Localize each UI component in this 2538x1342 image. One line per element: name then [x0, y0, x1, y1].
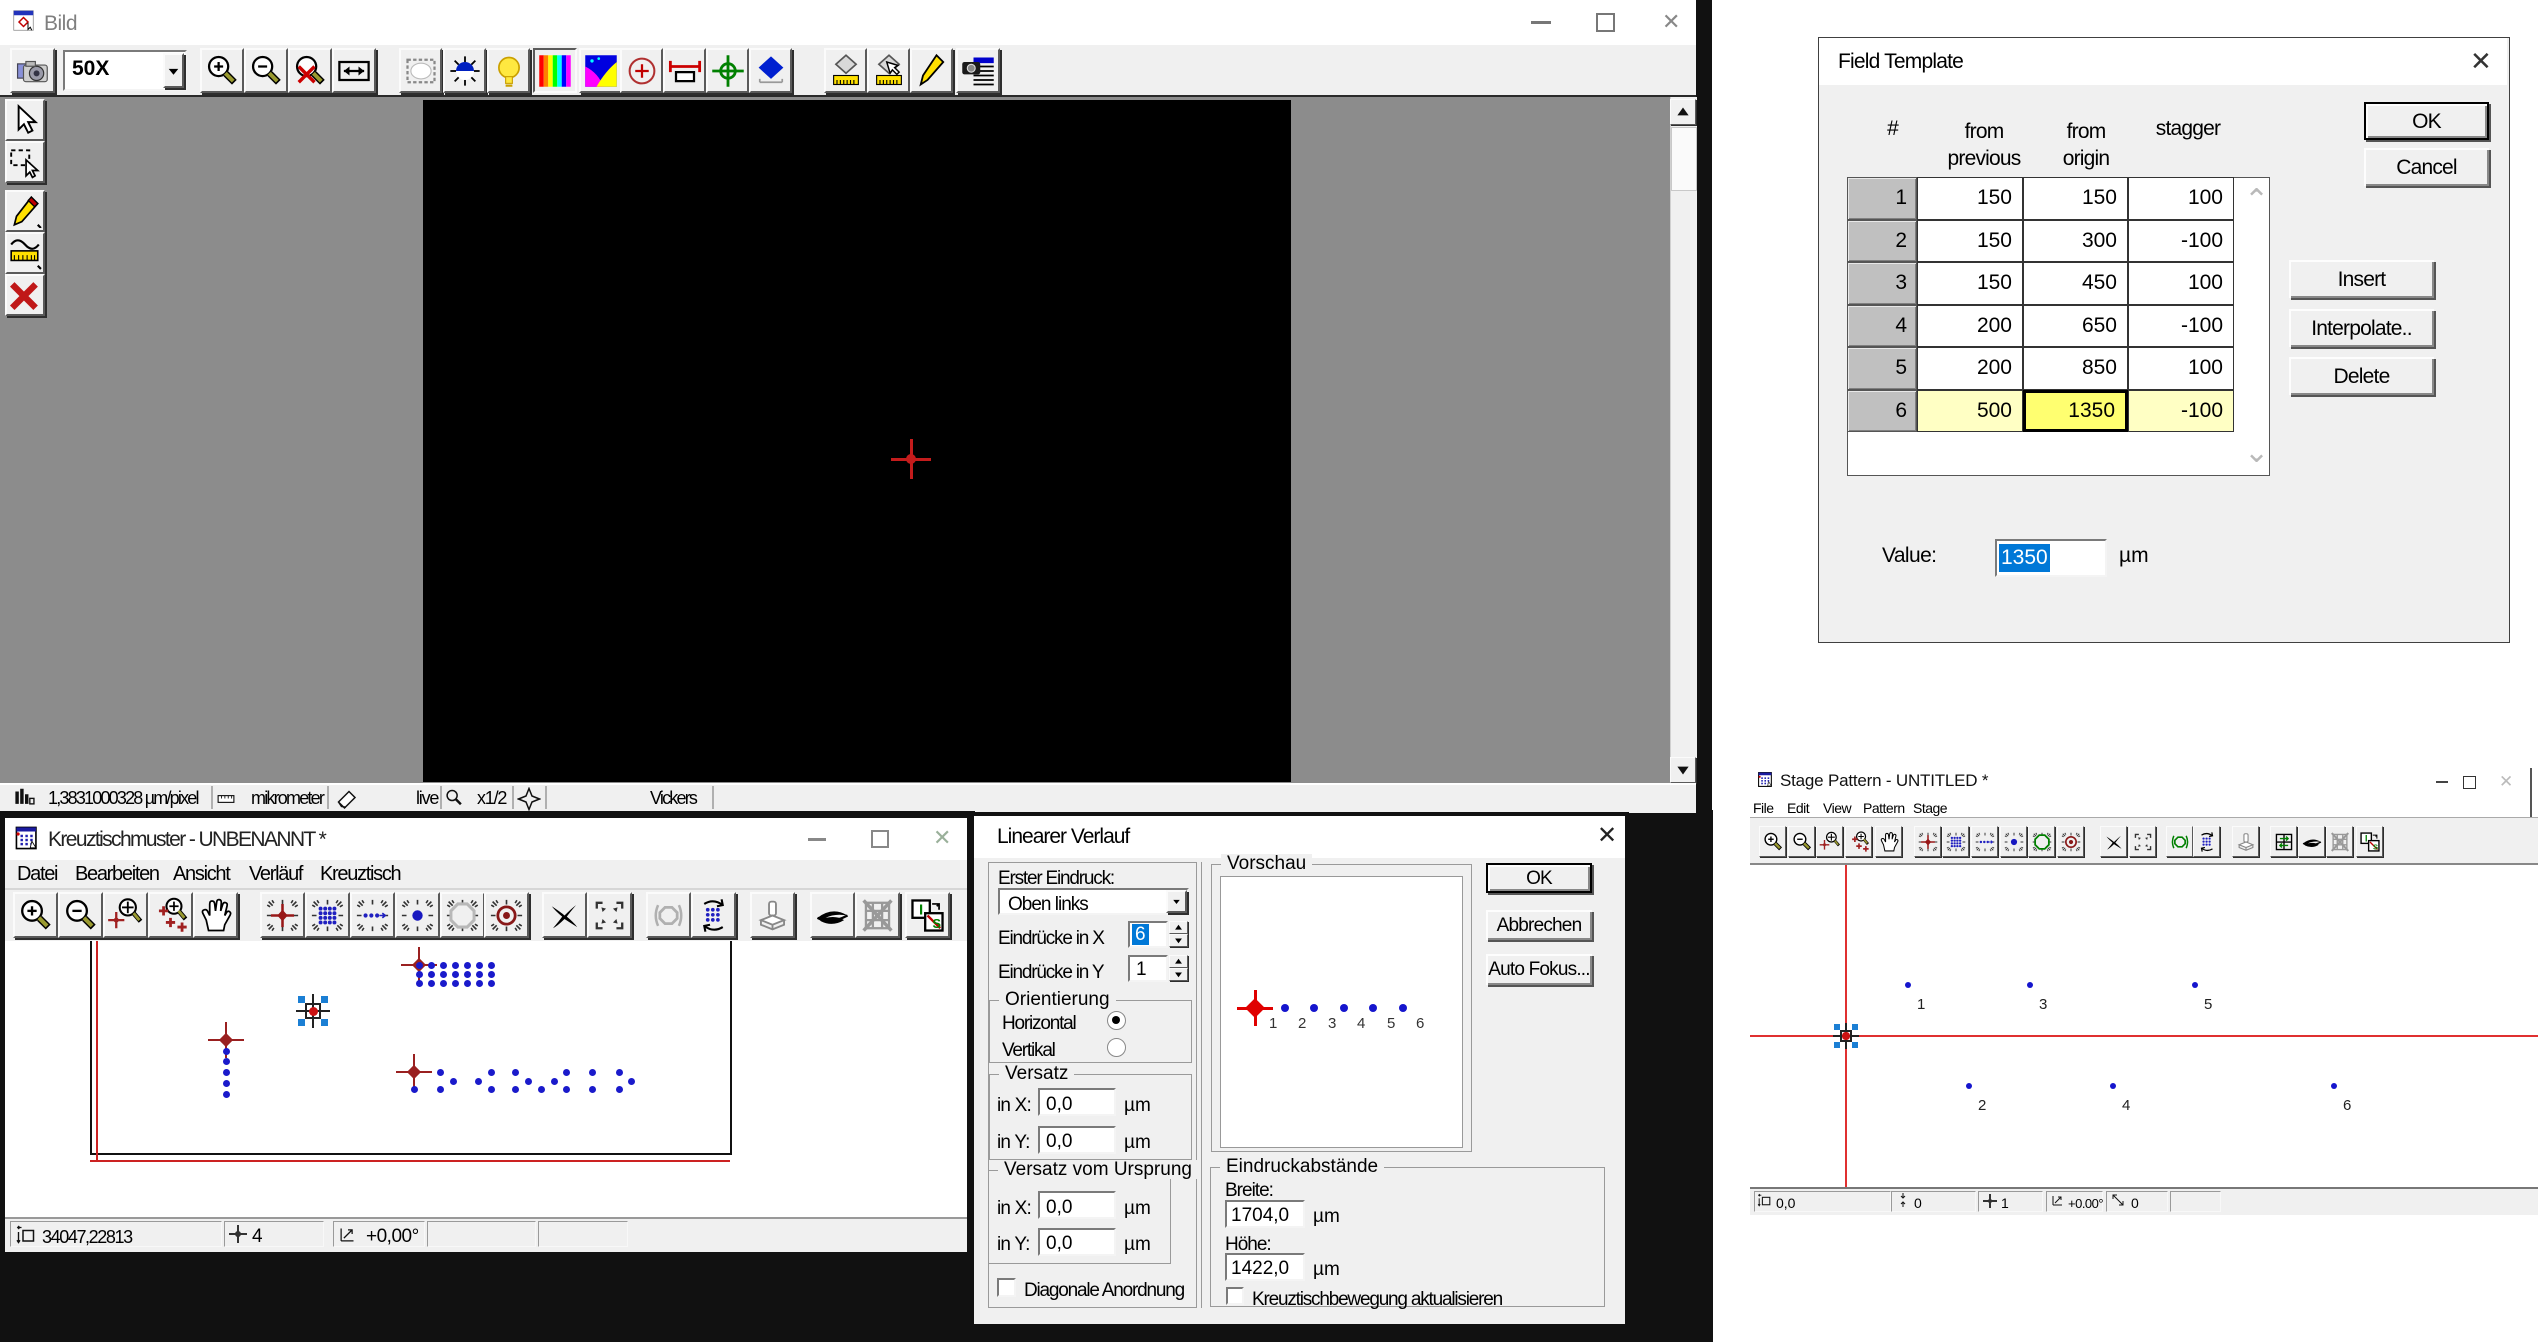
svg-text:S: S: [933, 916, 941, 931]
svg-text:I: I: [2364, 833, 2366, 843]
svg-text:I: I: [919, 901, 923, 918]
svg-text:S: S: [2372, 842, 2377, 851]
